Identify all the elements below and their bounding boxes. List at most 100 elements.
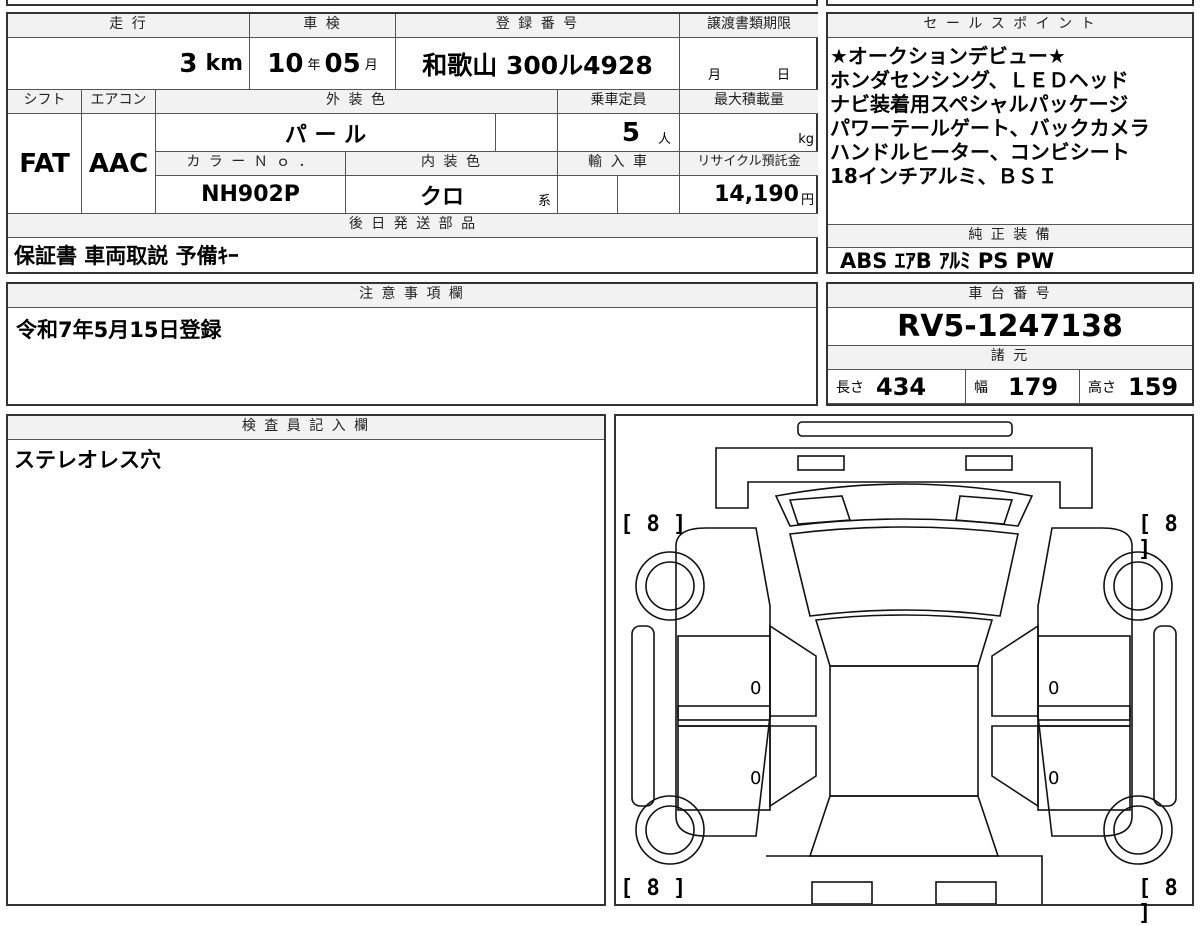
capacity-cell: 5 人 xyxy=(558,114,680,152)
spec-height-label: 高さ xyxy=(1088,379,1116,396)
color-no-header: カ ラ ー Ｎ ｏ ． xyxy=(156,152,346,176)
notes-value: 令和7年5月15日登録 xyxy=(16,318,222,342)
spec-width-label: 幅 xyxy=(974,379,988,396)
top-stub-row-right xyxy=(826,0,1194,6)
later-parts-value: 保証書 車両取説 予備ｷｰ xyxy=(14,244,239,268)
hood-shape xyxy=(774,483,1034,527)
wheel-front-left-shape xyxy=(645,561,695,611)
max-load-unit: kg xyxy=(798,132,814,147)
aircon-header: エアコン xyxy=(82,90,156,114)
inspector-panel: 検 査 員 記 入 欄 ステレオレス穴 xyxy=(6,414,606,906)
roof-front-shape xyxy=(814,614,994,667)
inspection-month: 05 xyxy=(324,48,361,79)
rear-glass-shape xyxy=(808,795,1000,857)
interior-color-value: クロ xyxy=(419,184,464,210)
window-front-right-shape xyxy=(991,624,1039,717)
car-damage-diagram: [ 8 ] [ 8 ] [ 8 ] [ 8 ] 0 0 0 0 xyxy=(614,414,1194,926)
spec-width-value: 179 xyxy=(1008,372,1059,401)
mileage-cell: 3 km xyxy=(8,38,250,90)
spec-height-value: 159 xyxy=(1128,372,1179,401)
notes-header: 注 意 事 項 欄 xyxy=(8,284,816,308)
transfer-deadline-cell: 月 日 xyxy=(680,38,818,90)
color-no-value: NH902P xyxy=(201,182,300,207)
notes-cell: 令和7年5月15日登録 xyxy=(16,314,221,344)
sales-points-list: ★オークションデビュー★ ホンダセンシング、ＬＥＤヘッド ナビ装着用スペシャルパ… xyxy=(830,44,1190,214)
capacity-unit: 人 xyxy=(657,132,671,147)
inspector-cell: ステレオレス穴 xyxy=(14,444,161,474)
aircon-value: AAC xyxy=(88,148,149,179)
window-rear-right-shape xyxy=(991,725,1039,808)
wheel-rear-right-shape xyxy=(1113,805,1163,855)
spec-width: 幅 179 xyxy=(966,370,1080,404)
registration-value: 和歌山 300ル4928 xyxy=(422,50,653,80)
inspector-header: 検 査 員 記 入 欄 xyxy=(8,416,604,440)
max-load-cell: kg xyxy=(680,114,818,152)
spec-height: 高さ 159 xyxy=(1080,370,1192,404)
import-header: 輸 入 車 xyxy=(558,152,680,176)
pillar-left-shape xyxy=(677,705,771,727)
sales-point-line: 18インチアルミ、ＢＳＩ xyxy=(830,164,1058,188)
tire-rear-left-label: [ 8 ] xyxy=(620,876,687,901)
sales-point-line: ホンダセンシング、ＬＥＤヘッド xyxy=(830,68,1129,92)
tire-front-left-label: [ 8 ] xyxy=(620,512,687,537)
windshield-shape xyxy=(789,526,1019,617)
headlight-right-shape xyxy=(965,455,1013,471)
door-rear-left-count: 0 xyxy=(750,768,762,789)
import-cell-a xyxy=(558,176,618,214)
car-outline-svg xyxy=(631,421,1177,904)
spec-length: 長さ 434 xyxy=(828,370,966,404)
window-front-left-shape xyxy=(769,624,817,717)
interior-color-cell: クロ 系 xyxy=(346,176,558,214)
shift-header: シフト xyxy=(8,90,82,114)
front-bumper-shape xyxy=(797,421,1013,437)
chassis-value: RV5-1247138 xyxy=(897,309,1123,344)
inspection-month-unit: 月 xyxy=(364,58,378,73)
recycle-unit: 円 xyxy=(800,193,814,208)
chassis-cell: RV5-1247138 xyxy=(828,308,1192,346)
sales-points-header: セ ー ル ス ポ イ ン ト xyxy=(828,14,1192,38)
door-front-left-count: 0 xyxy=(750,678,762,699)
chassis-panel: 車 台 番 号 RV5-1247138 諸 元 長さ 434 幅 179 高さ … xyxy=(826,282,1194,406)
door-front-right-count: 0 xyxy=(1048,678,1060,699)
inspector-value: ステレオレス穴 xyxy=(14,448,161,472)
side-step-left-shape xyxy=(631,625,655,807)
window-rear-left-shape xyxy=(769,725,817,808)
roof-shape xyxy=(829,665,979,797)
wheel-rear-left-shape xyxy=(645,805,695,855)
recycle-value: 14,190 xyxy=(714,182,799,207)
transfer-day-unit: 日 xyxy=(776,68,790,83)
specs-header: 諸 元 xyxy=(828,346,1192,370)
inspection-cell: 10 年 05 月 xyxy=(250,38,396,90)
capacity-value: 5 xyxy=(621,117,640,148)
front-panel-shape xyxy=(715,447,1093,509)
rear-panel-shape xyxy=(766,855,1043,904)
sales-point-line: ★オークションデビュー★ xyxy=(830,44,1066,68)
equipment-value: ABS ｴｱB ｱﾙﾐ PS PW xyxy=(840,249,1055,273)
notes-panel: 注 意 事 項 欄 令和7年5月15日登録 xyxy=(6,282,818,406)
registration-header: 登 録 番 号 xyxy=(396,14,680,38)
taillight-right-shape xyxy=(935,881,997,904)
shift-value: FAT xyxy=(19,148,70,179)
inspection-header: 車 検 xyxy=(250,14,396,38)
side-step-right-shape xyxy=(1153,625,1177,807)
capacity-header: 乗車定員 xyxy=(558,90,680,114)
later-parts-header: 後 日 発 送 部 品 xyxy=(8,214,818,238)
exterior-color-cell: パ ー ル xyxy=(156,114,496,152)
tire-rear-right-label: [ 8 ] xyxy=(1138,876,1178,926)
door-rear-right-count: 0 xyxy=(1048,768,1060,789)
exterior-color-extra xyxy=(496,114,558,152)
equipment-cell: ABS ｴｱB ｱﾙﾐ PS PW xyxy=(840,248,1190,273)
spec-length-value: 434 xyxy=(876,372,927,401)
top-stub-row xyxy=(6,0,818,6)
exterior-color-header: 外 装 色 xyxy=(156,90,558,114)
registration-cell: 和歌山 300ル4928 xyxy=(396,38,680,90)
pillar-right-shape xyxy=(1037,705,1131,727)
headlight-left-shape xyxy=(797,455,845,471)
wheel-front-right-shape xyxy=(1113,561,1163,611)
transfer-month-unit: 月 xyxy=(707,68,721,83)
mileage-value: 3 xyxy=(179,48,198,79)
tire-front-right-label: [ 8 ] xyxy=(1138,512,1178,562)
chassis-header: 車 台 番 号 xyxy=(828,284,1192,308)
later-parts-cell: 保証書 車両取説 予備ｷｰ xyxy=(14,238,814,272)
vehicle-info-table: 走 行 車 検 登 録 番 号 譲渡書類期限 3 km 10 年 05 月 和歌… xyxy=(6,12,818,274)
